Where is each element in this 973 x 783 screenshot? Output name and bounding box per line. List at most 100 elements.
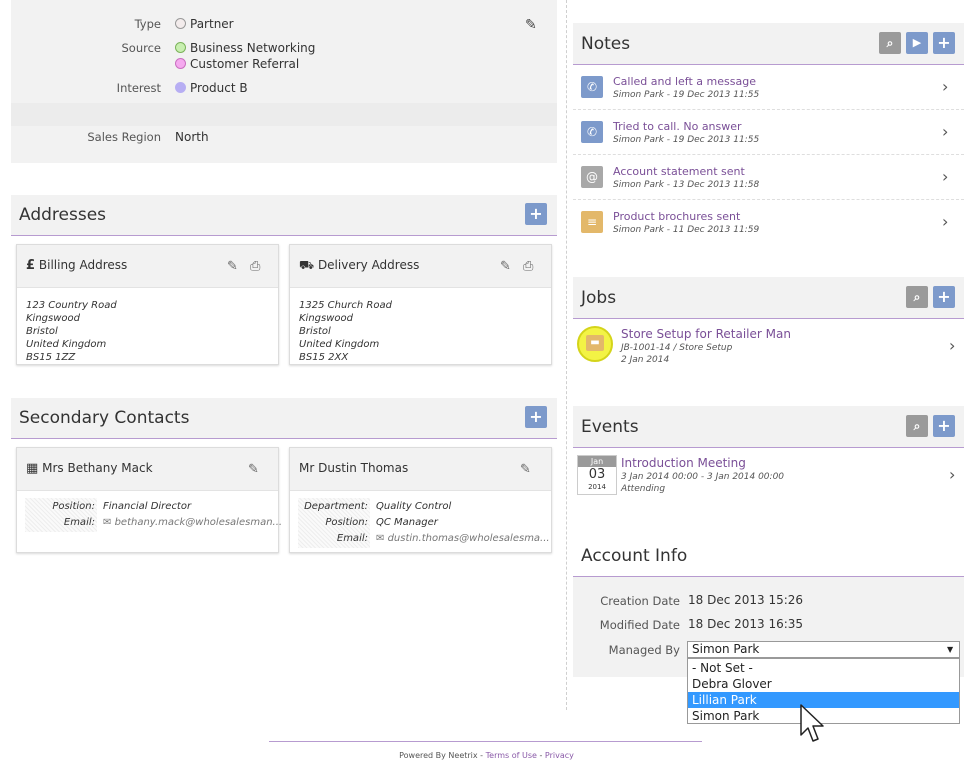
email-value[interactable]: ✉ bethany.mack@wholesalesman... [103,517,282,528]
jobs-header: Jobs ⌕ + [573,277,964,319]
email-value[interactable]: ✉ dustin.thomas@wholesalesma... [376,533,550,544]
contact-card-header: Mr Dustin Thomas ✎ [290,448,551,491]
print-icon[interactable]: ⎙ [523,259,533,274]
edit-pencil-icon[interactable]: ✎ [500,259,511,274]
briefcase-icon: ▬ [586,335,604,351]
add-contact-button[interactable]: + [525,406,547,428]
footer: Powered By Neetrix - Terms of Use - Priv… [0,751,973,760]
chevron-right-icon[interactable]: › [942,212,948,231]
search-icon[interactable]: ⌕ [906,286,928,308]
add-job-button[interactable]: + [933,286,955,308]
creation-date-label: Creation Date [600,594,680,608]
terms-of-use-link[interactable]: Terms of Use [486,751,537,760]
powered-by-text: Powered By Neetrix [399,751,478,760]
contact-name-text[interactable]: Mrs Bethany Mack [42,461,152,475]
dropdown-option[interactable]: - Not Set - [688,660,959,676]
email-text[interactable]: bethany.mack@wholesalesman... [115,517,283,528]
note-item[interactable]: @ Account statement sent Simon Park - 13… [573,155,964,200]
event-status: Attending [621,484,666,494]
type-value-text: Partner [190,17,234,31]
chevron-right-icon[interactable]: › [942,122,948,141]
mouse-cursor-icon [800,704,824,742]
footer-separator: - [536,751,545,760]
event-title[interactable]: Introduction Meeting [621,456,746,470]
note-title[interactable]: Tried to call. No answer [613,120,742,133]
billing-card-title: £ Billing Address [26,258,127,273]
calendar-date-badge: Jan 03 2014 [577,455,617,495]
edit-pencil-icon[interactable]: ✎ [227,259,238,274]
modified-date-label: Modified Date [599,618,680,632]
job-date: 2 Jan 2014 [621,355,670,365]
email-text[interactable]: dustin.thomas@wholesalesma... [388,533,550,544]
note-title[interactable]: Product brochures sent [613,210,740,223]
sales-region-value: North [175,130,209,144]
contact-name[interactable]: Mr Dustin Thomas [299,461,408,475]
phone-icon: ✆ [581,121,603,143]
privacy-link[interactable]: Privacy [545,751,574,760]
event-item[interactable]: Jan 03 2014 Introduction Meeting 3 Jan 2… [573,448,964,500]
managed-by-select[interactable]: Simon Park ▼ [687,641,960,658]
add-address-button[interactable]: + [525,203,547,225]
job-ref: JB-1001-14 / Store Setup [621,343,733,353]
source-dot-icon [175,42,186,53]
position-value: QC Manager [376,517,438,528]
interest-dot-icon [175,82,186,93]
source-dot-icon [175,58,186,69]
account-properties-panel: Type Partner ✎ Source Business Networkin… [11,0,557,163]
address-line: United Kingdom [299,339,380,350]
address-line: 1325 Church Road [299,300,392,311]
note-title[interactable]: Called and left a message [613,75,756,88]
note-item[interactable]: ≡ Product brochures sent Simon Park - 11… [573,200,964,245]
billing-card-header: £ Billing Address ✎ ⎙ [17,245,278,288]
chevron-right-icon[interactable]: › [942,77,948,96]
secondary-contacts-header: Secondary Contacts + [11,398,557,439]
address-line: Bristol [299,326,331,337]
source-label: Source [121,41,162,55]
source-value-2: Customer Referral [175,57,299,71]
source-value-1-text: Business Networking [190,41,316,55]
edit-pencil-icon[interactable]: ✎ [248,462,259,477]
interest-value-text: Product B [190,81,248,95]
job-title[interactable]: Store Setup for Retailer Man [621,327,791,341]
event-range: 3 Jan 2014 00:00 - 3 Jan 2014 00:00 [621,472,785,482]
note-item[interactable]: ✆ Called and left a message Simon Park -… [573,65,964,110]
add-event-button[interactable]: + [933,415,955,437]
event-year: 2014 [588,483,606,491]
creation-date-value: 18 Dec 2013 15:26 [688,593,804,607]
envelope-icon: ✉ [103,517,112,528]
modified-date-value: 18 Dec 2013 16:35 [688,617,804,631]
notes-header: Notes ⌕ ▶ + [573,23,964,65]
type-dot-icon [175,18,186,29]
delivery-card-title: ⛟ Delivery Address [299,258,419,274]
contact-card-header: ▦ Mrs Bethany Mack ✎ [17,448,278,491]
address-line: Bristol [26,326,58,337]
dropdown-option[interactable]: Debra Glover [688,676,959,692]
address-line: BS15 1ZZ [26,352,76,363]
search-icon[interactable]: ⌕ [906,415,928,437]
delivery-card-header: ⛟ Delivery Address ✎ ⎙ [290,245,551,288]
chevron-right-icon[interactable]: › [942,167,948,186]
chevron-right-icon[interactable]: › [949,465,955,484]
search-icon[interactable]: ⌕ [879,32,901,54]
properties-band [11,103,557,126]
edit-pencil-icon[interactable]: ✎ [520,462,531,477]
note-title[interactable]: Account statement sent [613,165,745,178]
note-item[interactable]: ✆ Tried to call. No answer Simon Park - … [573,110,964,155]
print-icon[interactable]: ⎙ [250,259,260,274]
add-note-button[interactable]: + [933,32,955,54]
edit-pencil-icon[interactable]: ✎ [525,17,537,33]
contact-card-dustin: Mr Dustin Thomas ✎ Department: Quality C… [289,447,552,553]
billing-address-lines: 123 Country Road Kingswood Bristol Unite… [26,299,117,364]
sales-region-label: Sales Region [87,130,161,144]
chevron-right-icon[interactable]: › [949,336,955,355]
chevron-down-icon[interactable]: ▼ [947,642,953,657]
footer-divider [269,741,702,742]
play-icon[interactable]: ▶ [906,32,928,54]
address-line: BS15 2XX [299,352,349,363]
delivery-address-card: ⛟ Delivery Address ✎ ⎙ 1325 Church Road … [289,244,552,365]
address-line: United Kingdom [26,339,107,350]
billing-title-text: Billing Address [38,258,128,272]
phone-icon: ✆ [581,76,603,98]
job-item[interactable]: ▬ Store Setup for Retailer Man JB-1001-1… [573,319,964,375]
at-icon: @ [581,166,603,188]
